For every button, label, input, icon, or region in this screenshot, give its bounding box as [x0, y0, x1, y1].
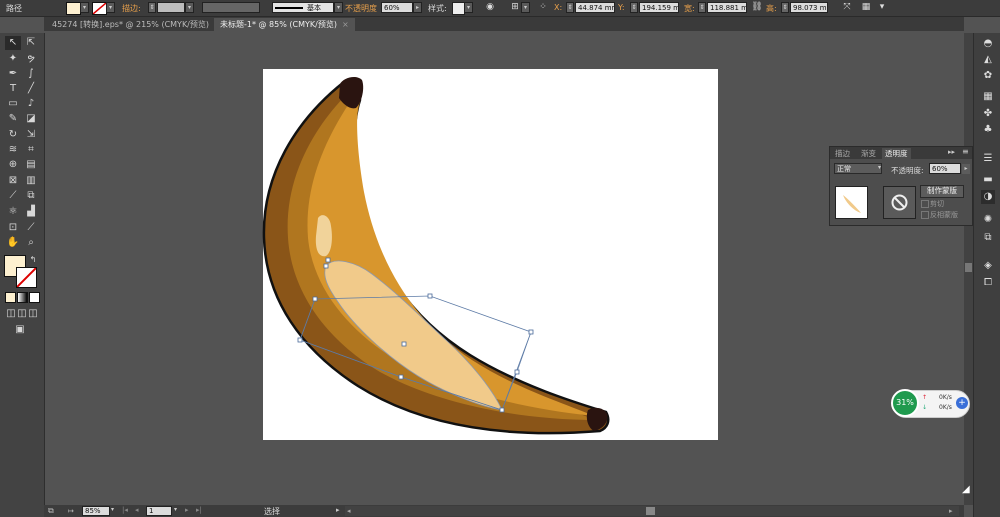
zoom-field[interactable]: 85% [82, 506, 110, 516]
highlight-thumbnail-shape [843, 195, 861, 213]
appearance-icon[interactable]: ✿ [981, 69, 995, 83]
collapse-icon[interactable]: ▸▸ [948, 148, 955, 156]
scroll-right-icon[interactable]: ▸ [949, 507, 953, 515]
mask-thumbnail[interactable] [883, 186, 916, 219]
no-mask-icon [891, 194, 908, 211]
opacity-slider-toggle[interactable]: ▸ [962, 164, 970, 174]
tab-gradient[interactable]: 渐变 [858, 148, 879, 159]
color-panel-icon[interactable]: ◭ [981, 53, 995, 67]
scroll-left-icon[interactable]: ◂ [347, 507, 351, 515]
last-artboard-icon[interactable]: ▸| [196, 506, 202, 514]
make-mask-button[interactable]: 制作蒙版 [920, 185, 964, 198]
invert-mask-label: 反相蒙版 [930, 211, 958, 219]
upload-speed: 0K/s [939, 394, 952, 401]
prev-artboard-icon[interactable]: ◂ [135, 506, 139, 514]
zoom-dropdown-icon[interactable]: ▾ [111, 506, 114, 513]
memory-usage-badge[interactable]: 31% [891, 389, 919, 417]
swatches-icon[interactable]: ▦ [981, 90, 995, 104]
vertical-scrollbar[interactable] [964, 33, 973, 505]
status-menu-icon[interactable]: ▸ [336, 506, 340, 514]
network-speed-widget[interactable]: 31% ↑ 0K/s ↓ 0K/s + [891, 389, 970, 418]
stroke-panel-icon[interactable]: ☰ [981, 152, 995, 166]
artboard-dropdown-icon[interactable]: ▾ [174, 506, 177, 513]
vertical-scroll-thumb[interactable] [965, 263, 972, 272]
tab-transparency[interactable]: 透明度 [882, 148, 911, 159]
artboard-nav-icon[interactable]: ⧉ [48, 506, 54, 516]
graphic-styles-icon[interactable]: ✺ [981, 213, 995, 227]
resize-corner-icon[interactable]: ◢ [962, 484, 973, 498]
clip-label: 剪切 [930, 200, 944, 208]
first-artboard-icon[interactable]: |◂ [122, 506, 128, 514]
export-icon[interactable]: ↦ [68, 507, 74, 515]
artboard-number-field[interactable]: 1 [146, 506, 172, 516]
right-panel-dock: ◓ ◭ ✿ ▦ ✤ ♣ ☰ ▬ ◑ ✺ ⧉ ◈ ⧠ [973, 33, 1000, 517]
current-tool-status[interactable]: 选择 [264, 506, 280, 517]
upload-arrow-icon: ↑ [922, 394, 928, 401]
blend-mode-select[interactable]: 正常 [834, 163, 882, 174]
symbols-icon[interactable]: ♣ [981, 123, 995, 137]
transparency-panel: 描边 渐变 透明度 ▸▸ ≡ 正常 ▾ 不透明度: 60% ▸ 制作蒙版 剪切 … [829, 146, 973, 226]
transparency-panel-icon[interactable]: ◑ [981, 190, 995, 204]
tab-stroke[interactable]: 描边 [832, 148, 853, 159]
opacity-label: 不透明度: [891, 166, 924, 175]
panel-header: 描边 渐变 透明度 ▸▸ ≡ [830, 147, 972, 159]
color-guide-icon[interactable]: ◓ [981, 37, 995, 51]
horizontal-scroll-thumb[interactable] [646, 507, 655, 515]
next-artboard-icon[interactable]: ▸ [185, 506, 189, 514]
chevron-down-icon: ▾ [878, 164, 882, 171]
invert-mask-checkbox[interactable] [921, 211, 929, 219]
plus-icon[interactable]: + [956, 397, 968, 409]
horizontal-scrollbar[interactable]: ◂ ▸ [345, 506, 959, 516]
links-icon[interactable]: ⧠ [981, 276, 995, 290]
clip-checkbox[interactable] [921, 200, 929, 208]
panel-menu-icon[interactable]: ≡ [962, 147, 969, 156]
opacity-field[interactable]: 60% [929, 163, 961, 174]
download-speed: 0K/s [939, 404, 952, 411]
artboards-panel-icon[interactable]: ⧉ [981, 231, 995, 245]
download-arrow-icon: ↓ [922, 404, 928, 411]
artwork-canvas[interactable] [0, 0, 1000, 517]
layers-icon[interactable]: ◈ [981, 259, 995, 273]
banana-highlight-small [315, 215, 332, 257]
brushes-icon[interactable]: ✤ [981, 107, 995, 121]
gradient-panel-icon[interactable]: ▬ [981, 173, 995, 187]
object-thumbnail[interactable] [835, 186, 868, 219]
